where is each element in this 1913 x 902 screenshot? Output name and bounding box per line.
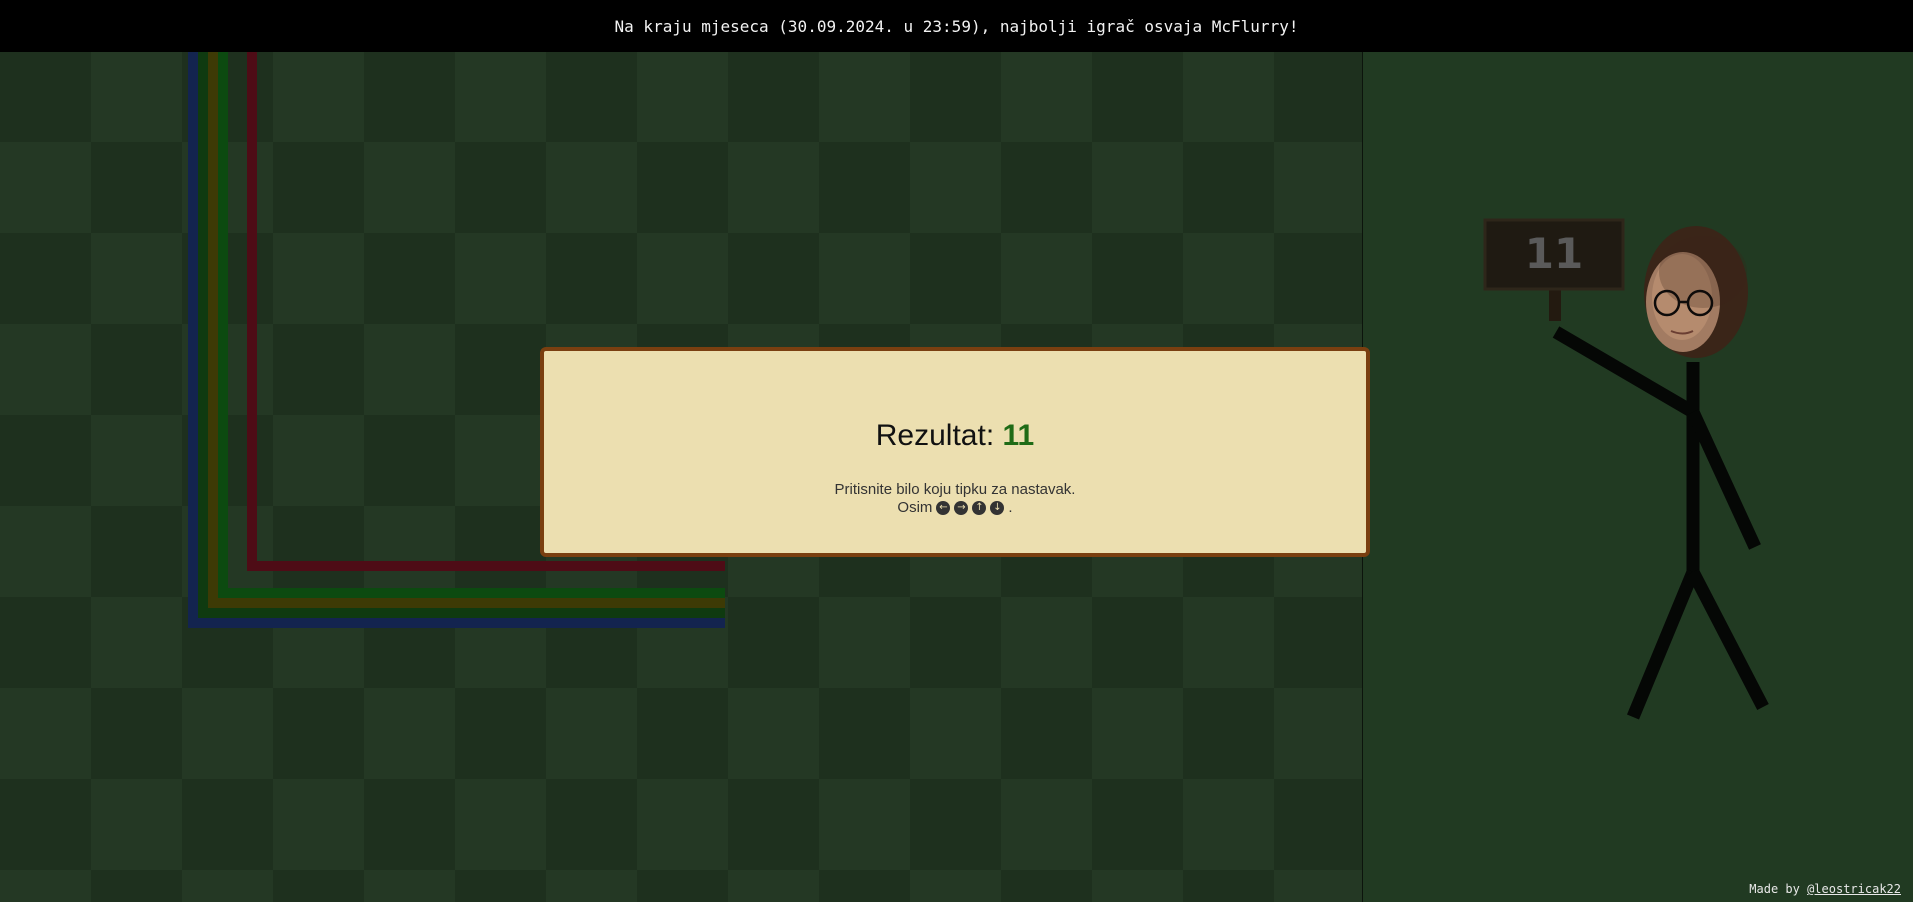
footer-made-by: Made by [1749,882,1808,896]
score-label: Rezultat: [875,419,1003,452]
promo-banner: Na kraju mjeseca (30.09.2024. u 23:59), … [0,0,1913,52]
footer-credit: Made by @leostricak22 [1749,882,1901,896]
except-end: . [1008,499,1013,516]
stick-figure: 11 [1483,218,1769,720]
up-arrow-icon: ↑ [972,501,987,515]
except-label: Osim [897,499,933,516]
score-line: Rezultat: 11 [544,419,1366,453]
left-arrow-icon: ← [936,501,951,515]
score-value: 11 [1002,419,1035,452]
author-link[interactable]: @leostricak22 [1807,882,1901,896]
continue-hint: Pritisnite bilo koju tipku za nastavak. [834,481,1076,498]
score-sign: 11 [1483,218,1625,321]
avatar-face [1644,226,1748,358]
promo-banner-text: Na kraju mjeseca (30.09.2024. u 23:59), … [614,16,1299,36]
game-over-dialog: Rezultat: 11 Pritisnite bilo koju tipku … [540,347,1370,557]
except-keys-line: Osim ← → ↑ ↓. [544,499,1366,517]
down-arrow-icon: ↓ [990,501,1005,515]
right-arrow-icon: → [954,501,969,515]
sign-score: 11 [1525,229,1583,278]
